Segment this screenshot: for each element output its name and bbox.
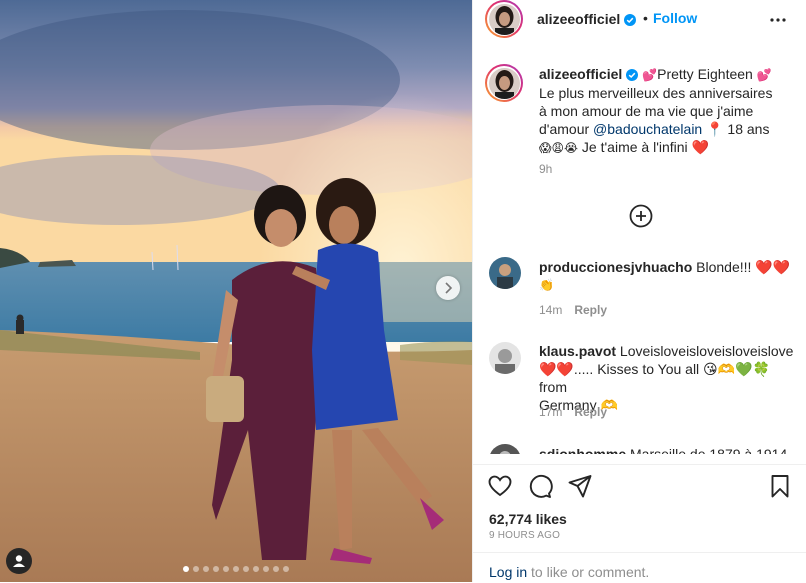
caption-text: Je t'aime à l'infini ❤️ [578, 139, 709, 155]
post-header: alizeeofficiel • Follow [473, 0, 806, 38]
caption-username[interactable]: alizeeofficiel [539, 66, 622, 82]
avatar[interactable] [485, 0, 523, 38]
caption-text: d'amour [539, 121, 594, 137]
hearts-emoji: 💕 [756, 68, 772, 82]
comment-meta: 14m Reply [539, 303, 607, 317]
caption-title: Pretty Eighteen [657, 66, 753, 82]
carousel-next-button[interactable] [436, 276, 460, 300]
comment-username[interactable]: klaus.pavot [539, 343, 616, 359]
like-count[interactable]: 62,774 likes [489, 511, 567, 527]
comments-list[interactable]: alizeeofficiel 💕Pretty Eighteen 💕 Le plu… [473, 56, 806, 454]
comment-username[interactable]: sdjonhomme [539, 446, 626, 454]
more-dots-icon[interactable] [769, 12, 787, 28]
like-heart-icon[interactable] [487, 473, 513, 499]
login-rest-text: to like or comment. [527, 564, 650, 580]
commenter-photo [489, 342, 521, 374]
follow-button[interactable]: Follow [653, 10, 697, 26]
comment: sdjonhomme Marseille de 1879 à 1914 [539, 445, 797, 454]
comment-bubble-icon[interactable] [527, 473, 553, 499]
carousel-dot [253, 566, 259, 572]
carousel-dot [183, 566, 189, 572]
caption-line-3: à mon amour de ma vie que j'aime [539, 103, 754, 119]
comment-username[interactable]: produccionesjvhuacho [539, 259, 692, 275]
login-prompt: Log in to like or comment. [473, 552, 806, 583]
comment: klaus.pavot Loveisloveisloveisloveislove… [539, 342, 797, 414]
comment-avatar[interactable] [489, 257, 521, 289]
tagged-users-button[interactable] [6, 548, 32, 574]
carousel-dot [193, 566, 199, 572]
caption-text: 📍 18 ans [702, 121, 770, 137]
carousel-dot [233, 566, 239, 572]
carousel-dot [263, 566, 269, 572]
load-more-comments-button[interactable] [629, 204, 653, 228]
login-link[interactable]: Log in [489, 564, 527, 580]
faces-emoji: 😱😩😭 [539, 141, 579, 155]
post-caption: alizeeofficiel 💕Pretty Eighteen 💕 Le plu… [539, 65, 797, 157]
hearts-emoji: 💕 [642, 68, 658, 82]
comment-meta: 17m Reply [539, 405, 607, 419]
instagram-post: alizeeofficiel • Follow alizeeofficiel 💕… [0, 0, 806, 582]
user-icon [13, 555, 25, 567]
comment-time[interactable]: 14m [539, 303, 562, 317]
comment-avatar[interactable] [489, 444, 521, 454]
verified-badge-icon [624, 14, 637, 26]
carousel-dot [213, 566, 219, 572]
comment-text: 👏 [539, 278, 554, 292]
profile-photo [488, 3, 520, 35]
mention-link[interactable]: @badouchatelain [593, 121, 702, 137]
login-prompt-text: Log in to like or comment. [489, 564, 649, 580]
caption-profile-photo [488, 67, 520, 99]
carousel-dot [243, 566, 249, 572]
comment-avatar[interactable] [489, 342, 521, 374]
comment-text: Blonde!!! ❤️❤️ [696, 259, 791, 275]
comment-time[interactable]: 17m [539, 405, 562, 419]
caption-line-2: Le plus merveilleux des anniversaires [539, 85, 773, 101]
verified-badge-icon [626, 69, 639, 81]
header-username[interactable]: alizeeofficiel [537, 11, 637, 27]
caption-avatar[interactable] [485, 64, 523, 102]
caption-line-1: alizeeofficiel 💕Pretty Eighteen 💕 [539, 65, 797, 84]
post-sidebar: alizeeofficiel • Follow alizeeofficiel 💕… [472, 0, 806, 582]
post-timestamp[interactable]: 9 HOURS AGO [489, 530, 560, 541]
post-photo[interactable] [0, 0, 472, 582]
commenter-photo [489, 444, 521, 454]
caption-line-5: 😱😩😭 Je t'aime à l'infini ❤️ [539, 138, 797, 157]
header-username-text[interactable]: alizeeofficiel [537, 11, 620, 27]
bookmark-save-icon[interactable] [767, 473, 793, 499]
reply-button[interactable]: Reply [574, 405, 607, 419]
comment-text: Loveisloveisloveisloveislove [619, 343, 794, 359]
carousel-indicators [0, 566, 472, 572]
caption-line-4: d'amour @badouchatelain 📍 18 ans [539, 120, 797, 138]
comment-text: Marseille de 1879 à 1914 [630, 446, 788, 454]
reply-button[interactable]: Reply [574, 303, 607, 317]
comment: produccionesjvhuacho Blonde!!! ❤️❤️ 👏 [539, 258, 797, 294]
share-send-icon[interactable] [567, 473, 593, 499]
action-bar [473, 464, 806, 505]
carousel-dot [203, 566, 209, 572]
commenter-photo [489, 257, 521, 289]
carousel-dot [283, 566, 289, 572]
separator-dot: • [643, 10, 648, 26]
carousel-dot [273, 566, 279, 572]
caption-time[interactable]: 9h [539, 162, 552, 176]
photo-scene [0, 0, 472, 582]
carousel-dot [223, 566, 229, 572]
chevron-right-icon [445, 282, 453, 294]
comment-text: ❤️❤️..... Kisses to You all 😘🫶💚🍀 from [539, 361, 770, 395]
